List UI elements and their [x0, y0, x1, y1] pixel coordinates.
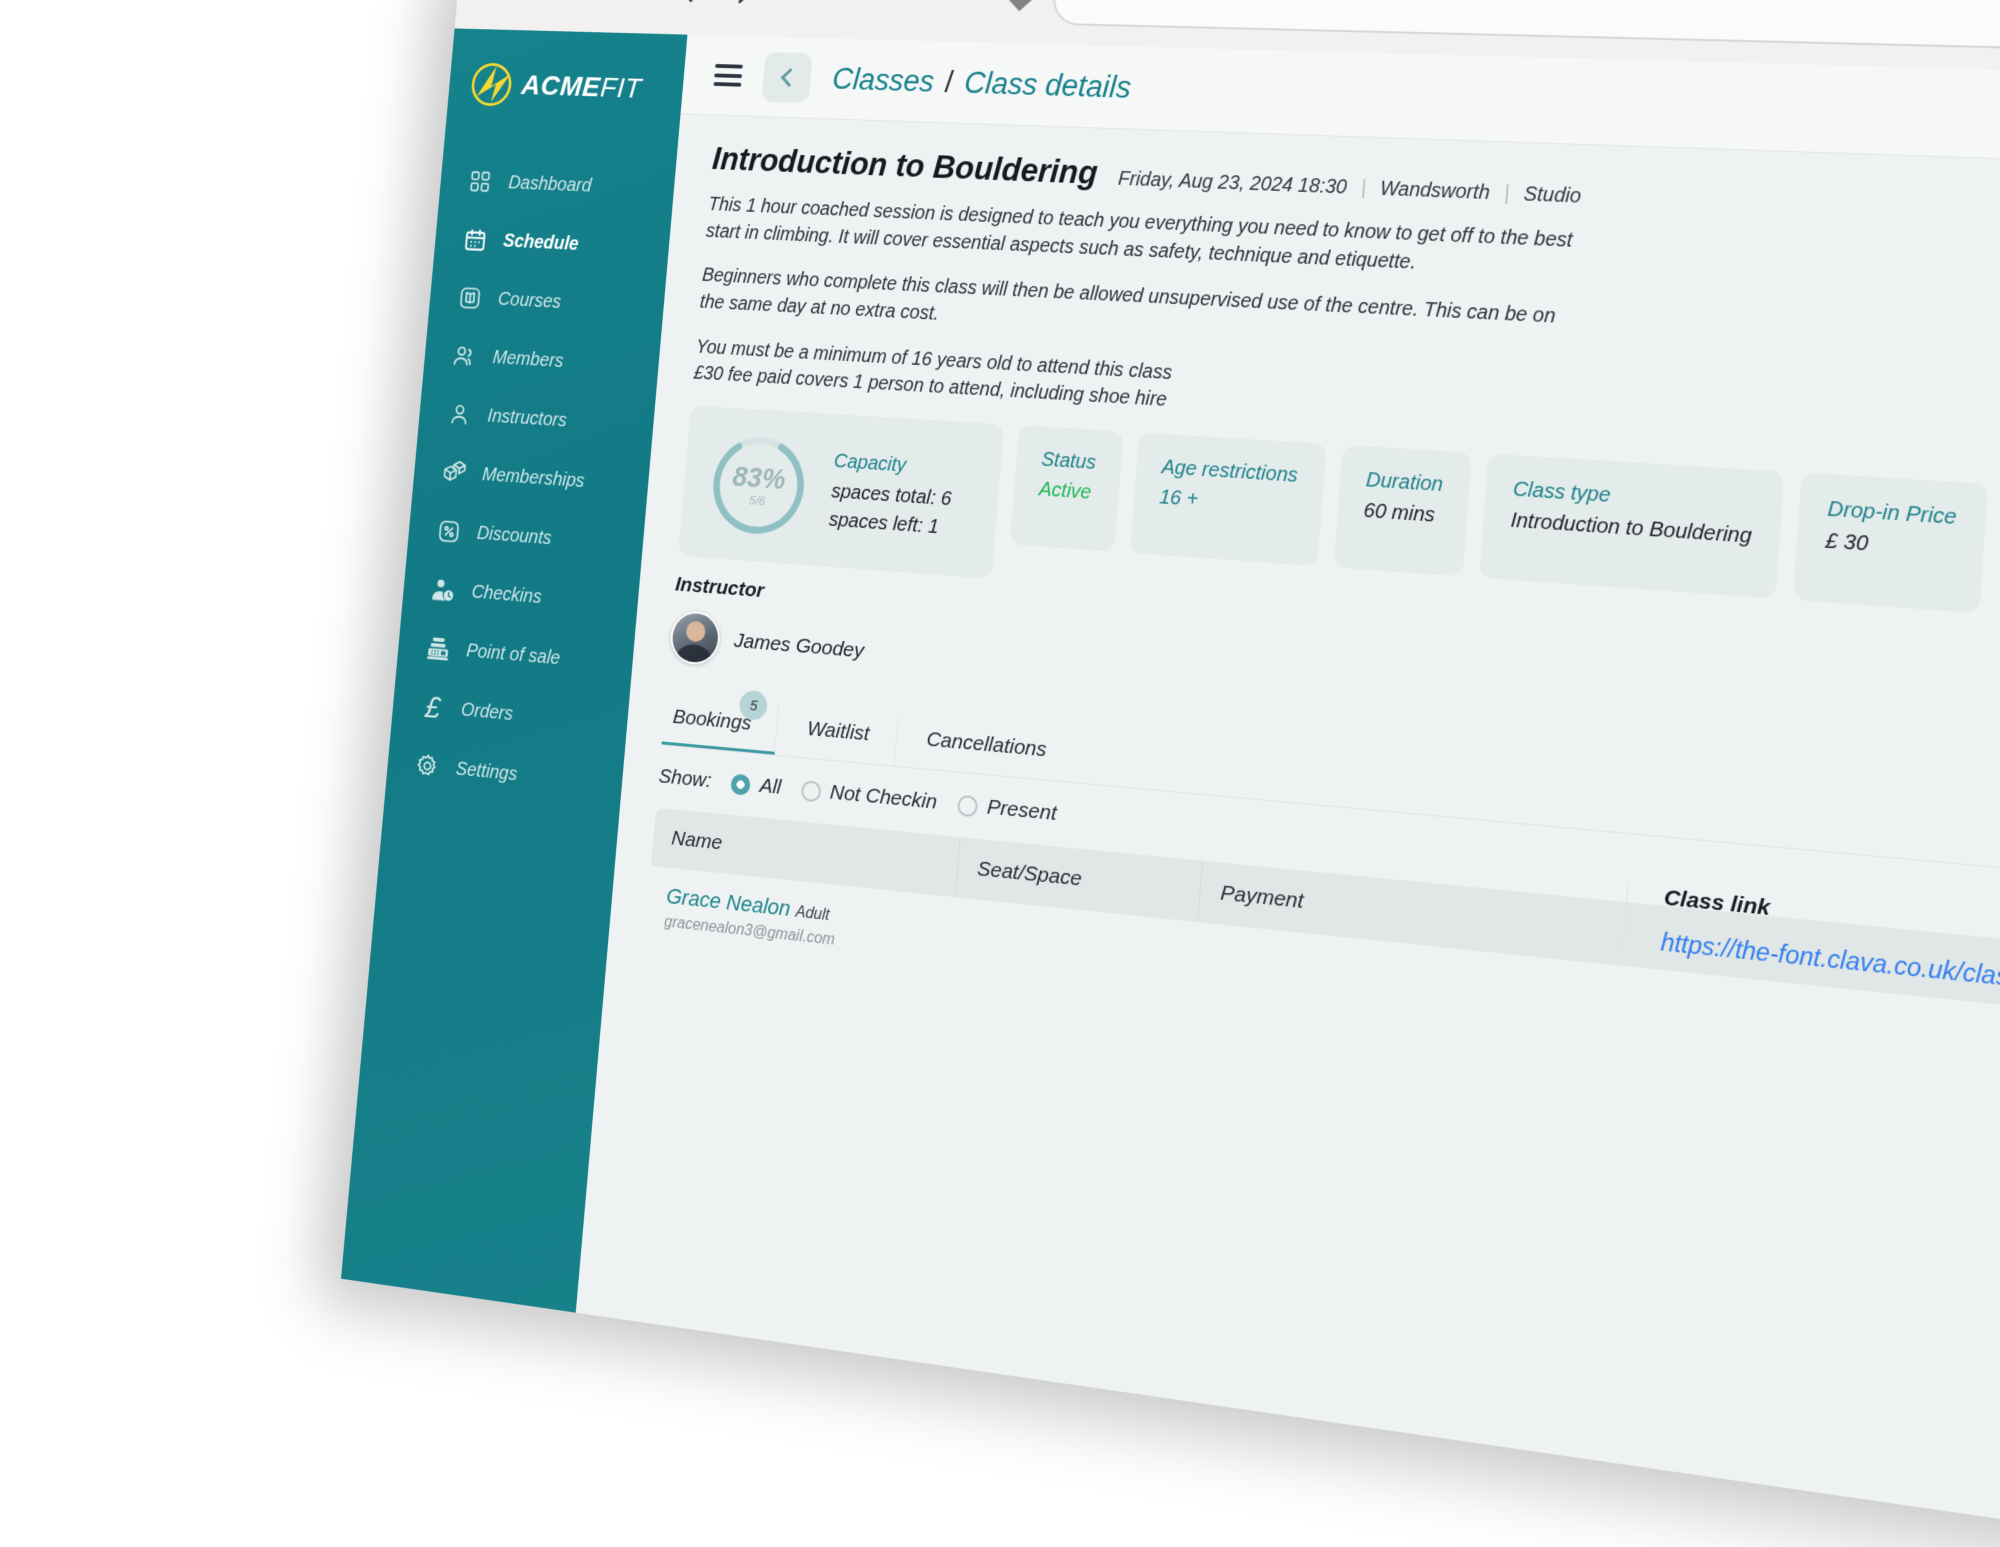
drop-in-price-label: Drop-in Price: [1827, 498, 1957, 531]
browser-window: ACMEFIT Dashboard: [341, 0, 2000, 1543]
capacity-card: 83% 5/6 Capacity spaces total: 6 spaces …: [678, 406, 1004, 580]
class-location: Wandsworth: [1379, 178, 1491, 206]
radio-label: Not Checkin: [829, 781, 938, 815]
cell-payment: [1213, 941, 1523, 1025]
duration-card: Duration 60 mins: [1333, 445, 1472, 577]
age-restrictions-value: 16 +: [1158, 486, 1296, 518]
box-icon: [439, 456, 469, 488]
sidebar-item-schedule[interactable]: Schedule: [433, 211, 671, 276]
radio-icon: [730, 773, 751, 795]
hamburger-icon[interactable]: [713, 64, 743, 87]
book-icon: [455, 282, 485, 313]
browser-forward-button[interactable]: [729, 0, 753, 3]
sidebar-item-label: Point of sale: [465, 640, 561, 670]
sidebar-item-label: Members: [492, 347, 565, 373]
sidebar-item-label: Courses: [497, 288, 562, 313]
back-button[interactable]: [761, 52, 812, 103]
status-label: Status: [1040, 449, 1096, 475]
sidebar-item-label: Schedule: [502, 230, 579, 255]
duration-value: 60 mins: [1363, 500, 1442, 529]
tab-label: Cancellations: [926, 728, 1048, 762]
breadcrumb-separator: /: [944, 64, 955, 99]
radio-icon: [957, 794, 979, 817]
class-datetime: Friday, Aug 23, 2024 18:30: [1117, 168, 1347, 200]
tab-waitlist[interactable]: Waitlist: [795, 707, 898, 766]
acmefit-compass-icon: [470, 62, 513, 106]
tab-cancellations[interactable]: Cancellations: [915, 717, 1076, 782]
sidebar-item-instructors[interactable]: Instructors: [417, 384, 655, 454]
status-card: Status Active: [1010, 425, 1124, 551]
sidebar-item-label: Memberships: [481, 464, 585, 493]
capacity-ratio: 5/6: [748, 493, 766, 509]
sidebar-item-courses[interactable]: Courses: [428, 268, 666, 335]
capacity-percent: 83%: [731, 462, 786, 498]
sidebar-item-label: Checkins: [471, 581, 543, 608]
gear-icon: [412, 749, 442, 782]
breadcrumb-classes[interactable]: Classes: [831, 61, 935, 99]
class-meta: Friday, Aug 23, 2024 18:30 | Wandsworth …: [1117, 168, 1582, 209]
app-root: ACMEFIT Dashboard: [341, 28, 2000, 1543]
radio-label: All: [759, 774, 782, 800]
cell-seat-space: [969, 915, 1216, 991]
drop-in-price-card: Drop-in Price £ 30: [1793, 473, 1988, 614]
detail-scroll-area: Introduction to Bouldering Friday, Aug 2…: [576, 114, 2000, 1543]
user-clock-icon: [428, 573, 458, 605]
sidebar-item-label: Settings: [455, 758, 518, 786]
radio-present[interactable]: Present: [957, 793, 1058, 826]
class-type-card: Class type Introduction to Bouldering: [1479, 454, 1784, 599]
sidebar-item-label: Discounts: [476, 522, 552, 549]
screenshot-stage: ACMEFIT Dashboard: [0, 0, 2000, 1189]
pound-icon: £: [418, 691, 448, 724]
duration-label: Duration: [1365, 469, 1444, 497]
class-room: Studio: [1523, 183, 1582, 209]
cash-register-icon: [423, 632, 453, 665]
sidebar-item-label: Instructors: [487, 405, 568, 432]
show-label: Show:: [658, 765, 713, 793]
radio-all[interactable]: All: [730, 772, 782, 800]
radio-not-checkin[interactable]: Not Checkin: [800, 778, 938, 815]
breadcrumb-class-details: Class details: [963, 65, 1132, 105]
app-logo[interactable]: ACMEFIT: [448, 56, 685, 112]
sidebar-item-members[interactable]: Members: [423, 326, 661, 394]
grid-icon: [465, 166, 495, 197]
drop-in-price-value: £ 30: [1825, 530, 1956, 563]
percent-icon: [434, 515, 464, 547]
age-restrictions-label: Age restrictions: [1161, 456, 1299, 488]
sidebar-item-label: Dashboard: [508, 172, 593, 197]
url-input[interactable]: [1051, 0, 2000, 54]
users-icon: [449, 340, 479, 372]
status-badge: Active: [1038, 479, 1094, 506]
meta-divider: |: [1360, 177, 1367, 200]
app-logo-text: ACMEFIT: [520, 70, 643, 106]
calendar-icon: [460, 224, 490, 255]
sidebar-item-label: Orders: [460, 699, 514, 726]
capacity-donut: 83% 5/6: [703, 428, 814, 543]
meta-divider: |: [1503, 182, 1510, 206]
instructor-name: James Goodey: [733, 629, 865, 663]
page-title: Introduction to Bouldering: [711, 140, 1099, 191]
main-content: Classes / Class details Introduction to …: [576, 35, 2000, 1544]
shield-icon: [1007, 0, 1034, 12]
tab-bookings[interactable]: Bookings 5: [661, 695, 779, 755]
tab-label: Waitlist: [806, 717, 870, 745]
sidebar-item-dashboard[interactable]: Dashboard: [438, 153, 676, 217]
cell-name: Grace NealonAdult gracenealon3@gmail.com: [663, 883, 973, 964]
member-type: Adult: [795, 904, 830, 924]
chevron-left-icon: [780, 68, 798, 87]
class-type-value: Introduction to Bouldering: [1510, 509, 1753, 549]
browser-back-button[interactable]: [680, 0, 704, 2]
user-icon: [444, 398, 474, 430]
breadcrumb: Classes / Class details: [831, 61, 1132, 105]
radio-label: Present: [986, 796, 1057, 827]
avatar: [669, 610, 722, 666]
age-restrictions-card: Age restrictions 16 +: [1129, 433, 1326, 567]
radio-icon: [800, 780, 821, 803]
